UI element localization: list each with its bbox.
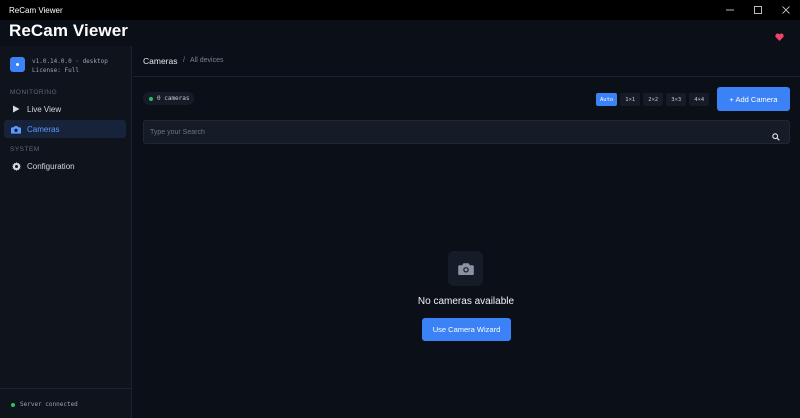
main-content: Cameras / All devices 0 cameras Auto 1×1… <box>133 46 800 418</box>
sidebar: v1.0.14.0.0 · desktop License: Full MONI… <box>0 46 132 418</box>
breadcrumb-separator: / <box>183 57 185 64</box>
gear-icon <box>10 160 22 172</box>
window-title: ReCam Viewer <box>9 5 63 15</box>
license-text: License: Full <box>32 67 79 74</box>
grid-layout-selector: Auto 1×1 2×2 3×3 4×4 <box>596 93 710 106</box>
maximize-icon <box>754 6 762 14</box>
layout-auto-button[interactable]: Auto <box>596 93 618 106</box>
maximize-button[interactable] <box>744 0 772 20</box>
empty-state-text: No cameras available <box>417 296 515 307</box>
window-titlebar: ReCam Viewer <box>0 0 800 20</box>
layout-3x3-button[interactable]: 3×3 <box>666 93 687 106</box>
status-indicator <box>11 403 15 407</box>
camera-icon <box>457 263 474 275</box>
window-controls <box>716 0 800 20</box>
add-camera-button[interactable]: + Add Camera <box>717 87 790 111</box>
minimize-icon <box>726 9 734 11</box>
search-input[interactable] <box>150 126 760 139</box>
count-dot <box>149 96 153 101</box>
app-header: ReCam Viewer <box>0 20 800 46</box>
page-title: Cameras <box>143 56 178 66</box>
sidebar-item-label: Configuration <box>27 161 75 171</box>
server-status-text: Server connected <box>20 401 78 408</box>
section-label-monitoring: MONITORING <box>10 89 58 96</box>
play-icon <box>10 103 22 115</box>
sidebar-item-label: Cameras <box>27 124 60 134</box>
close-icon <box>782 6 790 14</box>
section-label-system: SYSTEM <box>10 146 40 153</box>
sidebar-item-label: Live View <box>27 104 62 114</box>
layout-2x2-button[interactable]: 2×2 <box>643 93 664 106</box>
version-block: v1.0.14.0.0 · desktop License: Full <box>10 56 130 78</box>
breadcrumb: Cameras / All devices <box>133 46 800 77</box>
layout-1x1-button[interactable]: 1×1 <box>620 93 641 106</box>
camera-count-badge: 0 cameras <box>143 92 194 105</box>
search-box <box>143 120 790 144</box>
layout-4x4-button[interactable]: 4×4 <box>689 93 710 106</box>
sidebar-footer: Server connected <box>0 388 131 418</box>
app-logo-icon <box>10 57 25 72</box>
search-icon[interactable] <box>772 128 780 146</box>
close-button[interactable] <box>772 0 800 20</box>
sidebar-item-configuration[interactable]: Configuration <box>4 157 126 175</box>
camera-wizard-button[interactable]: Use Camera Wizard <box>422 318 511 341</box>
camera-icon <box>10 123 22 135</box>
app-title: ReCam Viewer <box>9 21 129 40</box>
version-text: v1.0.14.0.0 · desktop <box>32 58 108 65</box>
heart-icon <box>775 33 784 41</box>
minimize-button[interactable] <box>716 0 744 20</box>
favorite-button[interactable] <box>775 28 784 46</box>
empty-state-icon <box>448 251 483 286</box>
camera-count-text: 0 cameras <box>157 95 190 102</box>
sidebar-item-live-view[interactable]: Live View <box>4 100 126 118</box>
sidebar-item-cameras[interactable]: Cameras <box>4 120 126 138</box>
breadcrumb-subtitle: All devices <box>190 57 224 64</box>
